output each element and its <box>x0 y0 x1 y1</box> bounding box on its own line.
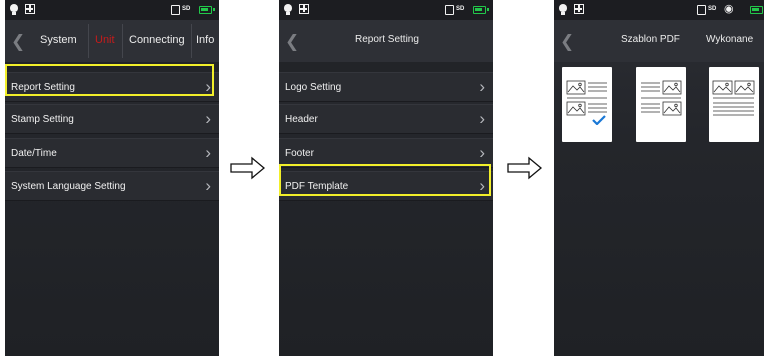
battery-icon <box>473 6 489 14</box>
back-icon[interactable]: ❮ <box>560 32 574 52</box>
sd-card-icon <box>171 5 180 15</box>
title-bar: ❮ Report Setting <box>279 20 493 62</box>
sd-label: SD <box>456 6 465 12</box>
grid-icon <box>299 4 309 14</box>
chevron-right-icon: › <box>479 77 485 96</box>
template-preview-icon <box>641 80 682 116</box>
tab-info[interactable]: Info <box>196 34 214 46</box>
status-bar: SD ◉ <box>554 0 764 20</box>
tab-bar: ❮ System Unit Connecting Info <box>5 20 219 62</box>
menu-item-header[interactable]: Header › <box>279 104 493 134</box>
chevron-right-icon: › <box>205 176 211 195</box>
sd-card-icon <box>697 5 706 15</box>
tab-szablon-pdf[interactable]: Szablon PDF <box>621 34 680 45</box>
template-preview-icon <box>712 80 755 116</box>
menu-item-report-setting[interactable]: Report Setting › <box>5 72 219 102</box>
tab-bar: ❮ Szablon PDF Wykonane <box>554 20 764 62</box>
menu-item-label: System Language Setting <box>11 181 126 192</box>
wifi-icon: ◉ <box>724 3 734 15</box>
chevron-right-icon: › <box>205 143 211 162</box>
chevron-right-icon: › <box>479 176 485 195</box>
arrow-right-icon <box>230 156 266 180</box>
battery-icon <box>199 6 215 14</box>
tab-divider <box>88 24 89 58</box>
status-bar: SD <box>5 0 219 20</box>
tutorial-figure: SD ❮ System Unit Connecting Info Report … <box>0 0 764 356</box>
menu-item-label: PDF Template <box>285 181 349 192</box>
back-icon[interactable]: ❮ <box>11 32 25 52</box>
sd-label: SD <box>182 6 191 12</box>
bulb-icon <box>559 4 567 15</box>
menu-item-label: Date/Time <box>11 148 57 159</box>
menu-item-stamp-setting[interactable]: Stamp Setting › <box>5 104 219 134</box>
section-gap <box>5 62 219 72</box>
check-icon <box>592 115 606 125</box>
chevron-right-icon: › <box>205 77 211 96</box>
tab-system[interactable]: System <box>40 34 77 46</box>
chevron-right-icon: › <box>479 109 485 128</box>
menu-item-label: Logo Setting <box>285 82 342 93</box>
menu-item-pdf-template[interactable]: PDF Template › <box>279 171 493 201</box>
tab-unit[interactable]: Unit <box>95 34 115 46</box>
template-preview-icon <box>566 80 607 116</box>
pdf-template-card[interactable] <box>636 67 686 142</box>
system-menu-screen: SD ❮ System Unit Connecting Info Report … <box>5 0 219 356</box>
menu-item-date-time[interactable]: Date/Time › <box>5 138 219 168</box>
tab-divider <box>122 24 123 58</box>
bulb-icon <box>284 4 292 15</box>
menu-item-footer[interactable]: Footer › <box>279 138 493 168</box>
menu-item-logo-setting[interactable]: Logo Setting › <box>279 72 493 102</box>
tab-divider <box>191 24 192 58</box>
grid-icon <box>25 4 35 14</box>
pdf-template-card[interactable] <box>562 67 612 142</box>
menu-item-label: Stamp Setting <box>11 114 74 125</box>
arrow-right-icon <box>507 156 543 180</box>
grid-icon <box>574 4 584 14</box>
tab-connecting[interactable]: Connecting <box>129 34 185 46</box>
bulb-icon <box>10 4 18 15</box>
chevron-right-icon: › <box>479 143 485 162</box>
page-title: Report Setting <box>355 34 419 45</box>
sd-card-icon <box>445 5 454 15</box>
section-gap <box>279 62 493 72</box>
chevron-right-icon: › <box>205 109 211 128</box>
menu-item-label: Header <box>285 114 318 125</box>
report-setting-screen: SD ❮ Report Setting Logo Setting › Heade… <box>279 0 493 356</box>
pdf-template-card[interactable] <box>709 67 759 142</box>
pdf-template-screen: SD ◉ ❮ Szablon PDF Wykonane <box>554 0 764 356</box>
tab-wykonane[interactable]: Wykonane <box>706 34 753 45</box>
status-bar: SD <box>279 0 493 20</box>
battery-icon <box>750 6 763 14</box>
menu-item-system-language[interactable]: System Language Setting › <box>5 171 219 201</box>
menu-item-label: Report Setting <box>11 82 75 93</box>
sd-label: SD <box>708 6 717 12</box>
back-icon[interactable]: ❮ <box>285 32 299 52</box>
menu-item-label: Footer <box>285 148 314 159</box>
